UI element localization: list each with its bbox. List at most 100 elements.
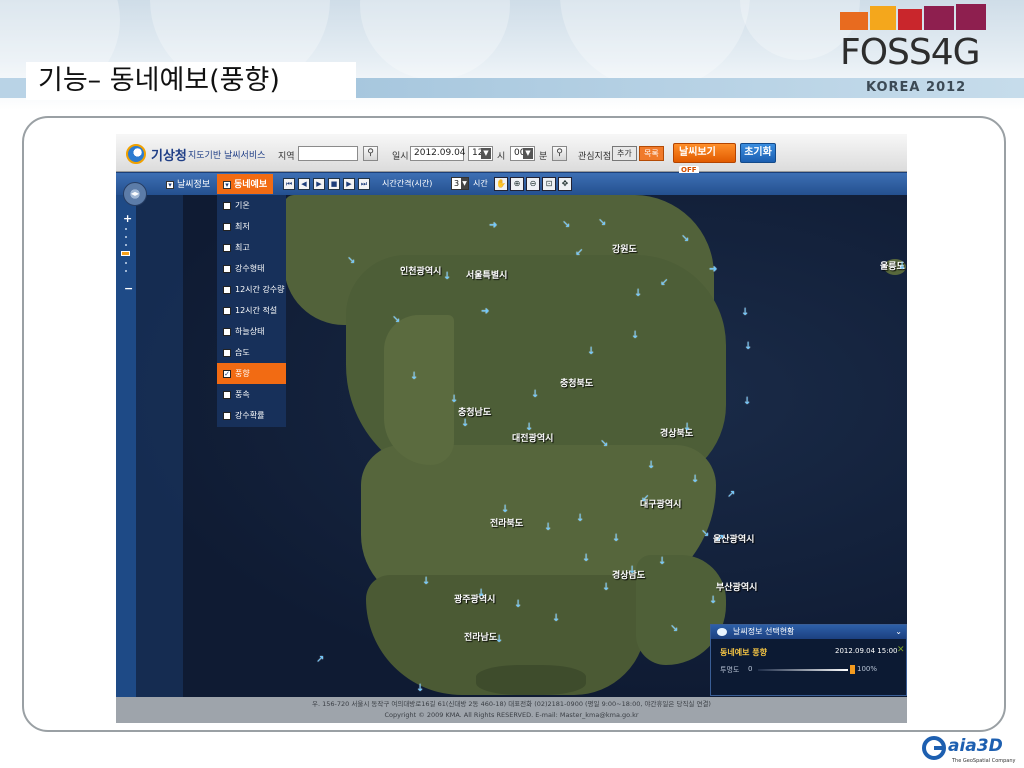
- wind-arrow-icon: ↓: [647, 460, 656, 471]
- layer-option[interactable]: 12시간 강수량: [217, 279, 286, 300]
- layer-option-label: 최고: [235, 243, 250, 252]
- weather-info-menu[interactable]: ▾ 날씨정보: [166, 177, 210, 190]
- zoom-in-tool-button[interactable]: ⊕: [510, 177, 524, 191]
- layer-option-label: 12시간 강수량: [235, 285, 285, 294]
- local-forecast-menu[interactable]: ▾ 동네예보: [223, 177, 267, 190]
- layer-option[interactable]: 강수확률: [217, 405, 286, 426]
- wind-arrow-icon: ↘: [701, 528, 710, 539]
- logo-bar: [956, 4, 986, 30]
- app-toolbar: 기상청 지도기반 날씨서비스 지역 ⚲ 일시 2012.09.04 12 ▼ 시…: [116, 134, 907, 175]
- layer-menu-bar: ▾ 날씨정보 ▾ 동네예보 ⏮ ◀ ▶ ■ ▶ ⏭ 시간간격(시간) 3 ▼ 시간 …: [116, 173, 907, 195]
- layer-option[interactable]: 기온: [217, 195, 286, 216]
- zoom-slider-handle[interactable]: [121, 251, 130, 256]
- wind-arrow-icon: ↓: [743, 396, 752, 407]
- play-button[interactable]: ▶: [313, 178, 325, 190]
- cloud-icon: [717, 628, 727, 636]
- datetime-search-button[interactable]: ⚲: [552, 146, 567, 161]
- minute-unit: 분: [539, 152, 548, 162]
- kma-logo-icon: [126, 144, 146, 164]
- zoom-in-icon: ⊕: [513, 179, 521, 188]
- app-footer: 우. 156-720 서울시 동작구 여의대방로16길 61(신대방 2동 46…: [116, 697, 907, 723]
- opacity-slider-track[interactable]: [758, 669, 848, 671]
- zoom-tick: [125, 262, 127, 264]
- layer-option[interactable]: 12시간 적설: [217, 300, 286, 321]
- wind-arrow-icon: ➜: [481, 306, 490, 317]
- last-frame-button[interactable]: ⏭: [358, 178, 370, 190]
- checkbox-checked-icon: ✓: [223, 369, 231, 378]
- wind-arrow-icon: ➜: [489, 220, 498, 231]
- layer-option[interactable]: 하늘상태: [217, 321, 286, 342]
- region-search-button[interactable]: ⚲: [363, 146, 378, 161]
- interval-select[interactable]: 3 ▼: [451, 177, 469, 190]
- wind-arrow-icon: ↓: [582, 553, 591, 564]
- interest-point-label: 관심지점: [578, 152, 612, 162]
- gaia-g-mark: [922, 736, 946, 760]
- layer-option[interactable]: 최저: [217, 216, 286, 237]
- wind-arrow-icon: ↓: [612, 533, 621, 544]
- wind-arrow-icon: ↓: [741, 307, 750, 318]
- opacity-slider-handle[interactable]: [850, 665, 855, 674]
- chevron-down-icon: ▼: [461, 178, 468, 189]
- close-icon[interactable]: ✕: [897, 645, 905, 655]
- reset-button[interactable]: 초기화: [740, 143, 776, 163]
- wind-arrow-icon: ↗: [716, 533, 725, 544]
- wind-arrow-icon: ↘: [392, 314, 401, 325]
- zoom-out-tool-button[interactable]: ⊖: [526, 177, 540, 191]
- checkbox-icon: [223, 348, 231, 357]
- zoom-in-button[interactable]: +: [123, 212, 132, 225]
- full-extent-tool-button[interactable]: ✥: [558, 177, 572, 191]
- wind-arrow-icon: ↘: [347, 255, 356, 266]
- panel-header-label: 날씨정보 선택현황: [733, 627, 795, 636]
- layer-option[interactable]: 습도: [217, 342, 286, 363]
- hour-unit: 시: [497, 152, 506, 162]
- layer-option-label: 하늘상태: [235, 327, 265, 336]
- layer-option-label: 강수확률: [235, 411, 265, 420]
- next-frame-button[interactable]: ▶: [343, 178, 355, 190]
- opacity-value: 100%: [857, 665, 878, 673]
- wind-arrow-icon: ↓: [602, 582, 611, 593]
- local-forecast-label: 동네예보: [234, 180, 268, 190]
- wind-arrow-icon: ↓: [450, 394, 459, 405]
- wind-arrow-icon: ↓: [410, 371, 419, 382]
- interest-list-button[interactable]: 목록: [639, 146, 664, 161]
- region-label-jeonnam: 전라남도: [464, 633, 498, 643]
- panel-layer-title: 동네예보 풍향: [720, 648, 767, 657]
- checkbox-icon: [223, 201, 231, 210]
- date-input[interactable]: 2012.09.04: [410, 146, 466, 161]
- wind-arrow-icon: ↘: [681, 233, 690, 244]
- wind-arrow-icon: ↓: [477, 588, 486, 599]
- minute-select[interactable]: 00 ▼: [510, 146, 535, 161]
- panel-header[interactable]: 날씨정보 선택현황 ⌄: [711, 625, 906, 639]
- layer-option-selected[interactable]: ✓ 풍향: [217, 363, 286, 384]
- layer-option[interactable]: 강수형태: [217, 258, 286, 279]
- add-interest-button[interactable]: 추가: [612, 146, 637, 161]
- layer-option-label: 12시간 적설: [235, 306, 278, 315]
- weather-view-toggle[interactable]: 날씨보기 OFF: [673, 143, 736, 175]
- layer-option[interactable]: 풍속: [217, 384, 286, 405]
- zoom-out-button[interactable]: −: [124, 282, 133, 295]
- pan-control[interactable]: ◂▸: [123, 182, 147, 206]
- chevron-down-icon[interactable]: ⌄: [895, 625, 902, 639]
- wind-arrow-icon: ↓: [525, 422, 534, 433]
- zoom-box-tool-button[interactable]: ⊡: [542, 177, 556, 191]
- pan-tool-button[interactable]: ✋: [494, 177, 508, 191]
- checkbox-icon: [223, 390, 231, 399]
- region-input[interactable]: [298, 146, 358, 161]
- wind-arrow-icon: ↓: [443, 271, 452, 282]
- wind-arrow-icon: ↓: [416, 683, 425, 694]
- footer-address: 우. 156-720 서울시 동작구 여의대방로16길 61(신대방 2동 46…: [312, 700, 711, 708]
- opacity-label: 투명도: [720, 666, 740, 674]
- checkbox-icon: [223, 243, 231, 252]
- first-frame-button[interactable]: ⏮: [283, 178, 295, 190]
- wind-arrow-icon: ↗: [727, 489, 736, 500]
- wind-arrow-icon: ↓: [495, 634, 504, 645]
- weather-selection-panel: 날씨정보 선택현황 ⌄ 동네예보 풍향 2012.09.04 15:00 ✕ 투…: [710, 624, 907, 696]
- opacity-min-label: 0: [748, 665, 753, 673]
- wind-arrow-icon: ↓: [709, 595, 718, 606]
- zoom-tick: [125, 244, 127, 246]
- decor-circle: [360, 0, 510, 80]
- prev-frame-button[interactable]: ◀: [298, 178, 310, 190]
- layer-option[interactable]: 최고: [217, 237, 286, 258]
- stop-button[interactable]: ■: [328, 178, 340, 190]
- hour-select[interactable]: 12 ▼: [468, 146, 493, 161]
